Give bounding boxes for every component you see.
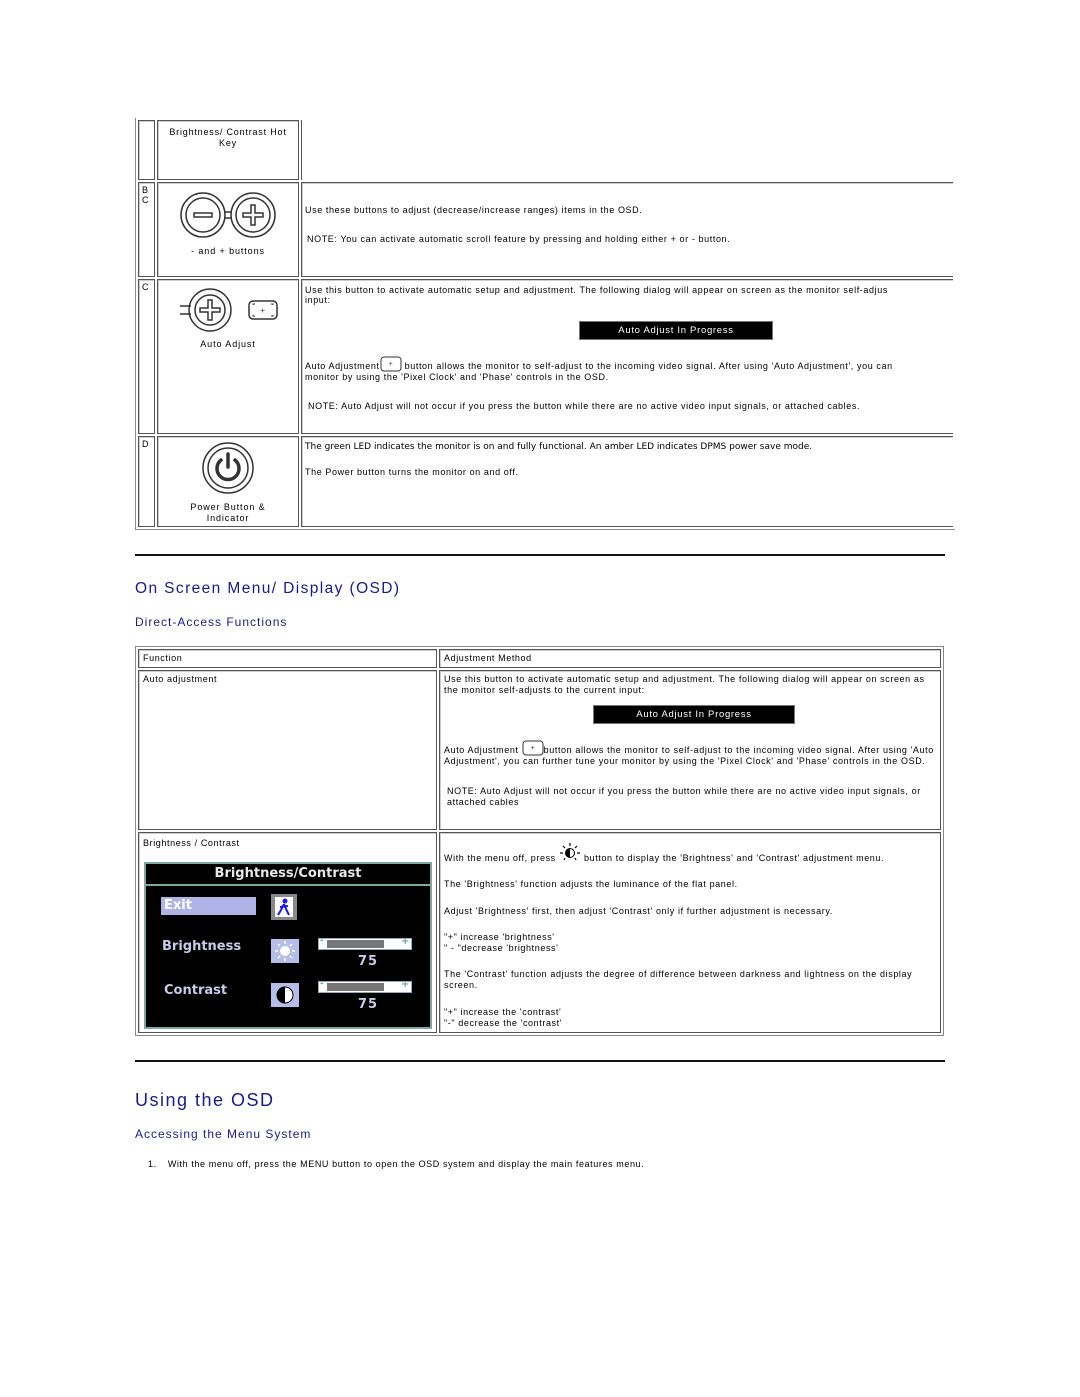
slider-plus-icon: + — [401, 936, 410, 947]
brightness-slider[interactable]: - + — [318, 936, 412, 950]
description-text: The green LED indicates the monitor is o… — [305, 442, 813, 452]
control-caption: Brightness/ Contrast Hot Key — [157, 120, 299, 180]
section-divider — [135, 554, 945, 556]
direct-access-subtitle: Direct-Access Functions — [135, 615, 288, 629]
description-text: Use this button to activate automatic se… — [305, 285, 888, 295]
svg-text:+: + — [388, 361, 393, 368]
auto-adjust-screen-icon: + — [522, 740, 544, 756]
function-cell: Auto adjustment — [138, 670, 437, 830]
sun-icon — [271, 939, 299, 963]
osd-item-label: Contrast — [164, 983, 228, 998]
accessing-menu-subtitle: Accessing the Menu System — [135, 1127, 312, 1141]
description-text: input: — [305, 295, 331, 305]
exit-icon — [271, 894, 297, 920]
svg-text:+: + — [530, 745, 535, 752]
contrast-icon — [271, 983, 299, 1007]
function-cell: Brightness / Contrast Brightness/Contras… — [138, 832, 437, 1033]
auto-adjust-screen-icon: + — [380, 356, 402, 372]
contrast-slider[interactable]: - + — [318, 979, 412, 993]
osd-item-label: Brightness — [162, 939, 242, 954]
method-text: With the menu off, press — [444, 853, 559, 863]
note-text: NOTE: You can activate automatic scroll … — [307, 234, 731, 244]
auto-adjust-caption: Auto Adjust — [200, 339, 256, 349]
minus-plus-caption: - and + buttons — [191, 246, 265, 256]
hotkey-caption: Brightness/ Contrast Hot Key — [169, 127, 287, 148]
power-button-icon — [202, 442, 254, 494]
method-cell: Use this button to activate automatic se… — [439, 670, 941, 830]
table-header-row: Function Adjustment Method — [138, 649, 941, 668]
contrast-value: 75 — [358, 997, 379, 1012]
osd-section-title: On Screen Menu/ Display (OSD) — [135, 580, 401, 597]
row-letter: C — [138, 279, 155, 434]
controls-table: Brightness/ Contrast Hot Key B C - and +… — [135, 118, 955, 530]
osd-menu-title: Brightness/Contrast — [146, 864, 430, 886]
section-divider — [135, 1060, 945, 1062]
slider-plus-icon: + — [401, 979, 410, 990]
brightness-value: 75 — [358, 954, 379, 969]
using-osd-title: Using the OSD — [135, 1090, 275, 1110]
controls-row-power: D Power Button & Indicator The green LED… — [138, 436, 953, 527]
function-label: Brightness / Contrast — [143, 838, 240, 848]
method-text: With the menu off, press button to displ… — [444, 843, 936, 864]
slider-minus-icon: - — [320, 936, 325, 946]
auto-adjustment-label: Auto Adjustment — [444, 745, 522, 755]
method-text: Auto Adjustment + button allows the monit… — [444, 740, 936, 767]
row-letter — [138, 120, 155, 180]
row-letter: B C — [138, 182, 155, 277]
method-text: Adjust 'Brightness' first, then adjust '… — [444, 906, 833, 916]
description-text: Use these buttons to adjust (decrease/in… — [305, 205, 643, 215]
slider-minus-icon: - — [320, 979, 325, 989]
step-number: 1. — [148, 1159, 157, 1169]
controls-row-hotkey: Brightness/ Contrast Hot Key — [138, 120, 953, 180]
control-image: + Auto Adjust — [157, 279, 299, 434]
svg-text:+: + — [260, 306, 265, 315]
description-text: monitor by using the 'Pixel Clock' and '… — [305, 372, 609, 382]
control-description: The green LED indicates the monitor is o… — [301, 436, 953, 527]
brightness-contrast-osd-menu: Brightness/Contrast Exit Brightness - + … — [144, 862, 432, 1029]
method-text: button to display the 'Brightness' and '… — [580, 853, 885, 863]
table-row-auto-adjustment: Auto adjustment Use this button to activ… — [138, 670, 941, 830]
control-image: - and + buttons — [157, 182, 299, 277]
brightness-key-text: " - "decrease 'brightness' — [444, 943, 559, 953]
controls-row-minus-plus: B C - and + buttons Use these buttons to… — [138, 182, 953, 277]
method-text: The 'Brightness' function adjusts the lu… — [444, 879, 738, 889]
step-text: With the menu off, press the MENU button… — [167, 1159, 645, 1169]
note-text: NOTE: Auto Adjust will not occur if you … — [447, 786, 921, 807]
control-description: Use this button to activate automatic se… — [301, 279, 953, 434]
brightness-key-text: "+" increase 'brightness' — [444, 932, 555, 942]
auto-adjust-dialog: Auto Adjust In Progress — [579, 321, 773, 340]
auto-adjustment-label: Auto Adjustment — [305, 361, 380, 371]
brightness-contrast-hotkey-icon — [559, 843, 580, 861]
power-caption: Power Button & Indicator — [190, 502, 266, 523]
direct-access-table: Function Adjustment Method Auto adjustme… — [135, 646, 944, 1036]
description-text: button allows the monitor to self-adjust… — [401, 361, 893, 371]
control-description — [301, 120, 953, 180]
auto-adjust-screen-icon: + — [248, 300, 278, 320]
column-header-adjustment-method: Adjustment Method — [439, 649, 941, 668]
controls-row-auto-adjust: C + Auto Adjust Use this button to activ… — [138, 279, 953, 434]
method-cell: With the menu off, press button to displ… — [439, 832, 941, 1033]
description-text: The Power button turns the monitor on an… — [305, 467, 519, 477]
auto-adjust-button-icon — [180, 288, 232, 332]
control-image: Power Button & Indicator — [157, 436, 299, 527]
table-row-brightness-contrast: Brightness / Contrast Brightness/Contras… — [138, 832, 941, 1033]
minus-plus-buttons-icon — [180, 192, 276, 238]
osd-exit-item[interactable]: Exit — [161, 897, 256, 915]
description-text: Auto Adjustment + button allows the monit… — [305, 356, 950, 372]
column-header-function: Function — [138, 649, 437, 668]
steps-list: 1. With the menu off, press the MENU but… — [148, 1159, 644, 1169]
note-text: NOTE: Auto Adjust will not occur if you … — [308, 401, 861, 411]
auto-adjust-dialog: Auto Adjust In Progress — [593, 705, 795, 724]
contrast-slider-fill — [327, 983, 384, 991]
method-text: The 'Contrast' function adjusts the degr… — [444, 969, 913, 990]
brightness-slider-fill — [327, 940, 384, 948]
method-text: Use this button to activate automatic se… — [444, 674, 925, 695]
contrast-key-text: "-" decrease the 'contrast' — [444, 1018, 563, 1028]
contrast-key-text: "+" increase the 'contrast' — [444, 1007, 562, 1017]
control-description: Use these buttons to adjust (decrease/in… — [301, 182, 953, 277]
row-letter: D — [138, 436, 155, 527]
